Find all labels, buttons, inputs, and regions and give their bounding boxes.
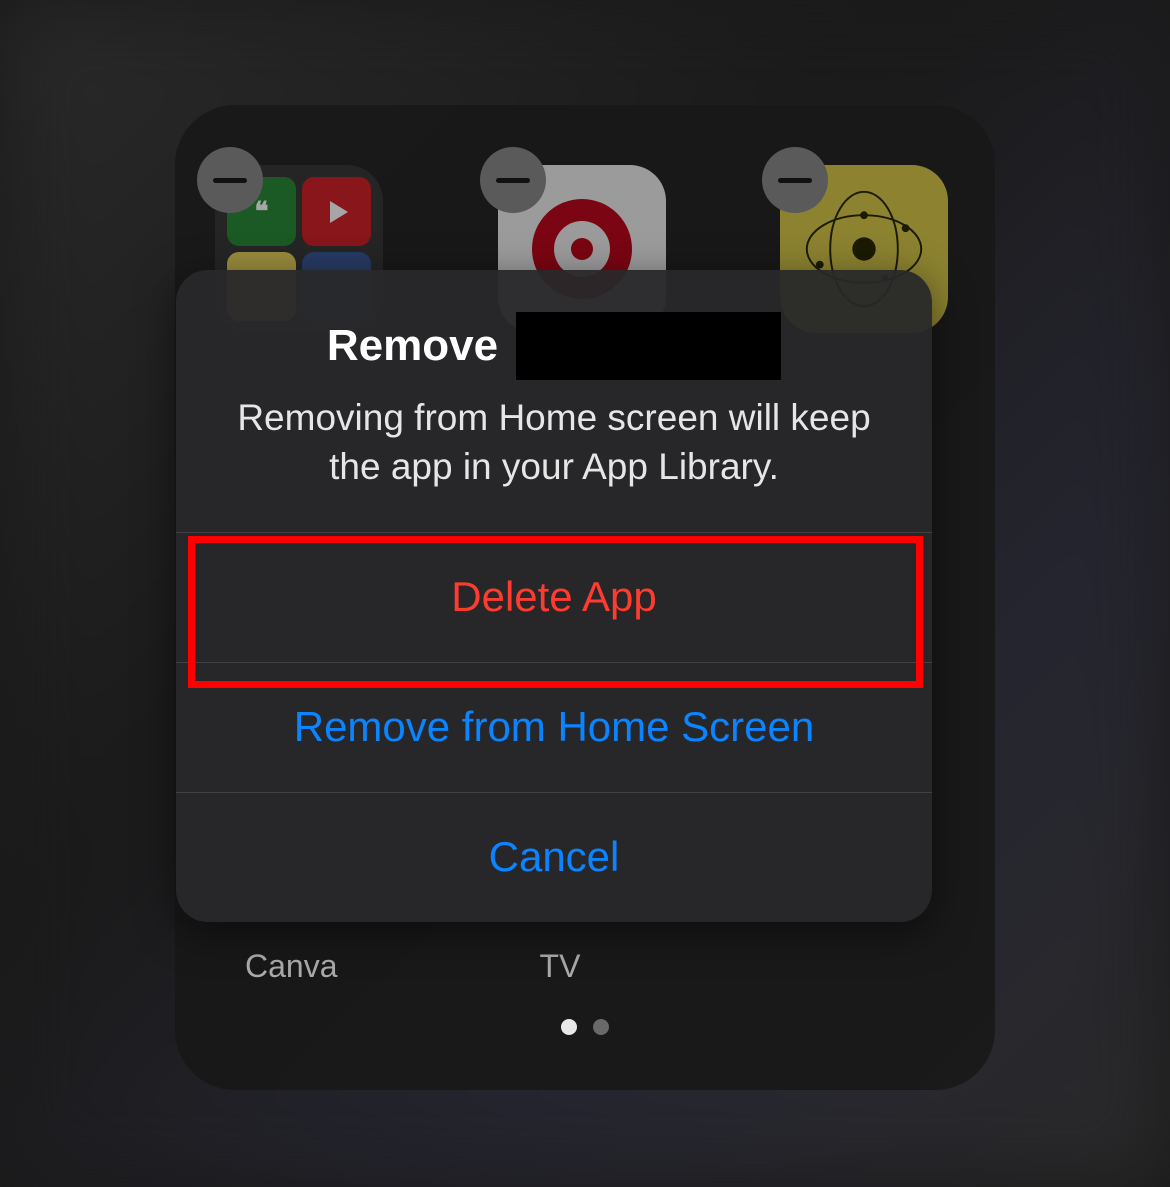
remove-app-alert: Remove Removing from Home screen will ke… — [176, 270, 932, 922]
alert-header: Remove Removing from Home screen will ke… — [176, 270, 932, 532]
delete-app-button[interactable]: Delete App — [176, 532, 932, 662]
remove-badge-icon[interactable] — [762, 147, 828, 213]
remove-badge-icon[interactable] — [480, 147, 546, 213]
redacted-app-name — [516, 312, 781, 380]
remove-badge-icon[interactable] — [197, 147, 263, 213]
page-dot — [593, 1019, 609, 1035]
alert-message: Removing from Home screen will keep the … — [216, 394, 892, 492]
app-label: TV — [455, 948, 745, 985]
page-dot-active — [561, 1019, 577, 1035]
remove-from-home-button[interactable]: Remove from Home Screen — [176, 662, 932, 792]
app-label-empty — [745, 948, 955, 985]
app-labels-row: Canva TV — [215, 948, 955, 985]
alert-title: Remove — [327, 321, 498, 371]
cancel-button[interactable]: Cancel — [176, 792, 932, 922]
app-label: Canva — [215, 948, 455, 985]
alert-title-row: Remove — [216, 312, 892, 380]
page-indicator[interactable] — [175, 1019, 995, 1035]
